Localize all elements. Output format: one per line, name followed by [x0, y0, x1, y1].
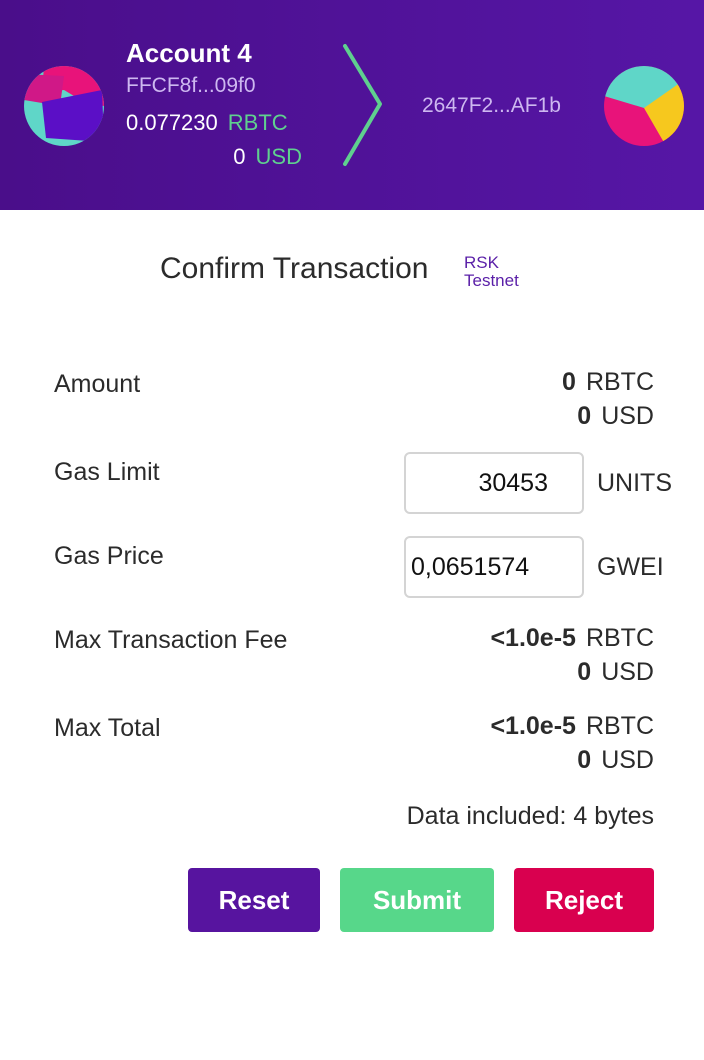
amount-usd-unit: USD	[601, 402, 654, 430]
to-account-identicon-icon	[604, 66, 684, 146]
gas-limit-unit: UNITS	[597, 469, 672, 497]
transaction-header: Account 4 FFCF8f...09f0 0.077230 RBTC 0 US…	[0, 0, 704, 210]
amount-label: Amount	[54, 370, 141, 398]
from-balance-rbtc-unit: RBTC	[227, 110, 288, 135]
max-total-usd: 0 USD	[577, 746, 654, 775]
from-balance-rbtc-value: 0.077230	[126, 110, 218, 135]
max-total-usd-value: 0	[577, 746, 592, 774]
amount-usd-value: 0	[577, 402, 592, 430]
amount-rbtc-unit: RBTC	[585, 368, 654, 396]
max-fee-rbtc-unit: RBTC	[585, 624, 654, 652]
gas-limit-input[interactable]: 30453	[404, 452, 584, 514]
gas-price-input[interactable]: 0,0651574	[404, 536, 584, 598]
page-title: Confirm Transaction	[160, 252, 429, 285]
reset-button[interactable]: Reset	[188, 868, 320, 932]
gas-limit-label: Gas Limit	[54, 458, 160, 486]
chevron-right-icon	[340, 42, 386, 175]
max-total-rbtc: <1.0e-5 RBTC	[490, 712, 654, 741]
max-total-label: Max Total	[54, 714, 161, 742]
max-fee-usd-unit: USD	[601, 658, 654, 686]
network-name-line1: RSK	[464, 253, 499, 272]
network-label: RSK Testnet	[464, 254, 519, 290]
amount-rbtc: 0 RBTC	[562, 368, 654, 397]
gas-price-label: Gas Price	[54, 542, 164, 570]
submit-button[interactable]: Submit	[340, 868, 494, 932]
gas-price-unit: GWEI	[597, 553, 664, 581]
max-total-rbtc-value: <1.0e-5	[490, 712, 576, 740]
max-fee-label: Max Transaction Fee	[54, 626, 288, 654]
from-balance-usd-unit: USD	[255, 144, 302, 169]
max-fee-rbtc: <1.0e-5 RBTC	[490, 624, 654, 653]
to-account-address: 2647F2...AF1b	[422, 94, 561, 117]
max-fee-usd-value: 0	[577, 658, 592, 686]
max-fee-rbtc-value: <1.0e-5	[490, 624, 576, 652]
from-balance-rbtc: 0.077230 RBTC	[126, 110, 288, 136]
max-total-usd-unit: USD	[601, 746, 654, 774]
from-account-identicon-icon	[24, 66, 104, 146]
amount-usd: 0 USD	[577, 402, 654, 431]
amount-rbtc-value: 0	[562, 368, 576, 396]
from-balance-usd: 0 USD	[126, 144, 302, 170]
from-account-address: FFCF8f...09f0	[126, 74, 256, 97]
max-total-rbtc-unit: RBTC	[585, 712, 654, 740]
reject-button[interactable]: Reject	[514, 868, 654, 932]
network-name-line2: Testnet	[464, 271, 519, 290]
from-account-name: Account 4	[126, 38, 252, 68]
data-included-text: Data included: 4 bytes	[406, 802, 654, 830]
max-fee-usd: 0 USD	[577, 658, 654, 687]
from-balance-usd-value: 0	[233, 144, 246, 169]
